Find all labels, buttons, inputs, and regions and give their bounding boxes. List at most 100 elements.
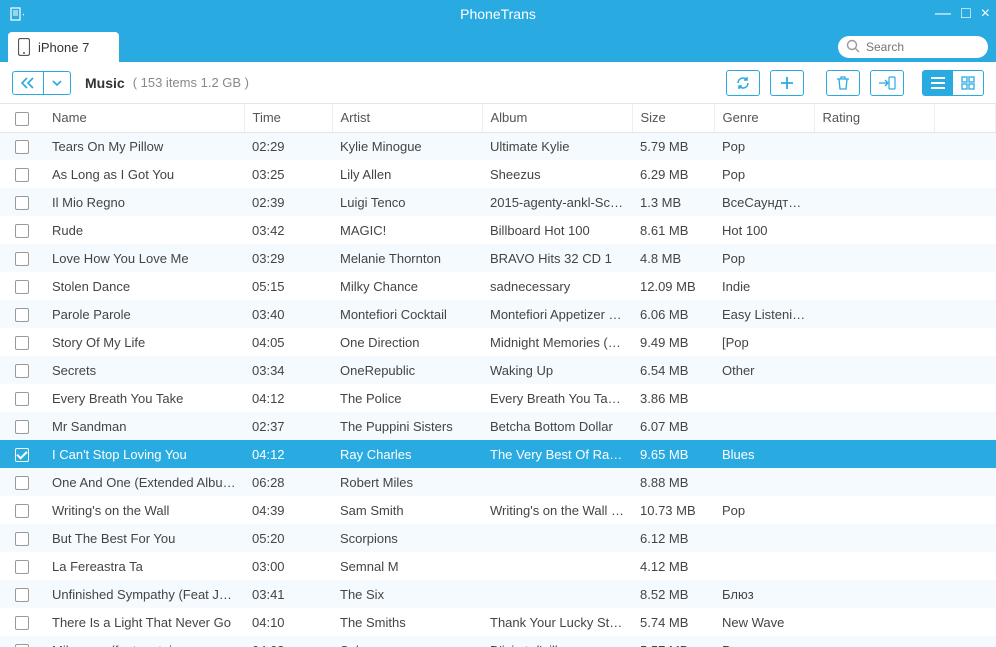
table-row[interactable]: Mr Sandman02:37The Puppini SistersBetcha… xyxy=(0,412,996,440)
cell-name: Love How You Love Me xyxy=(44,244,244,272)
row-checkbox-cell[interactable] xyxy=(0,328,44,356)
column-header-checkbox[interactable] xyxy=(0,104,44,132)
table-row[interactable]: Mil pasos (feat. antoine essertier)04:03… xyxy=(0,636,996,647)
row-checkbox[interactable] xyxy=(15,560,29,574)
row-checkbox[interactable] xyxy=(15,364,29,378)
table-row[interactable]: Tears On My Pillow02:29Kylie MinogueUlti… xyxy=(0,132,996,160)
row-checkbox-cell[interactable] xyxy=(0,412,44,440)
cell-album: Waking Up xyxy=(482,356,632,384)
cell-album: D'ici et d'ailleurs xyxy=(482,636,632,647)
minimize-button[interactable]: — xyxy=(935,6,951,22)
table-row[interactable]: Rude03:42MAGIC!Billboard Hot 1008.61 MBH… xyxy=(0,216,996,244)
table-row[interactable]: As Long as I Got You03:25Lily AllenSheez… xyxy=(0,160,996,188)
row-checkbox-cell[interactable] xyxy=(0,216,44,244)
row-checkbox[interactable] xyxy=(15,280,29,294)
refresh-button[interactable] xyxy=(726,70,760,96)
table-row[interactable]: La Fereastra Ta03:00Semnal M4.12 MB xyxy=(0,552,996,580)
cell-genre: [Pop xyxy=(714,328,814,356)
row-checkbox[interactable] xyxy=(15,476,29,490)
cell-album: BRAVO Hits 32 CD 1 xyxy=(482,244,632,272)
column-header-album[interactable]: Album xyxy=(482,104,632,132)
row-checkbox[interactable] xyxy=(15,336,29,350)
cell-album: Montefiori Appetizer v... xyxy=(482,300,632,328)
device-tab[interactable]: iPhone 7 xyxy=(8,32,119,62)
cell-artist: Luigi Tenco xyxy=(332,188,482,216)
column-header-size[interactable]: Size xyxy=(632,104,714,132)
column-header-artist[interactable]: Artist xyxy=(332,104,482,132)
app-menu-button[interactable] xyxy=(4,3,30,25)
row-checkbox-cell[interactable] xyxy=(0,384,44,412)
cell-size: 6.29 MB xyxy=(632,160,714,188)
row-checkbox-cell[interactable] xyxy=(0,300,44,328)
row-checkbox-cell[interactable] xyxy=(0,188,44,216)
nav-back-button[interactable] xyxy=(13,72,43,94)
section-count: ( 153 items 1.2 GB ) xyxy=(133,75,249,90)
table-row[interactable]: Writing's on the Wall04:39Sam SmithWriti… xyxy=(0,496,996,524)
column-header-rating[interactable]: Rating xyxy=(814,104,934,132)
row-checkbox-cell[interactable] xyxy=(0,440,44,468)
row-checkbox[interactable] xyxy=(15,588,29,602)
grid-view-icon xyxy=(961,76,975,90)
row-checkbox-cell[interactable] xyxy=(0,132,44,160)
row-checkbox-cell[interactable] xyxy=(0,356,44,384)
table-row[interactable]: I Can't Stop Loving You04:12Ray CharlesT… xyxy=(0,440,996,468)
row-checkbox-cell[interactable] xyxy=(0,580,44,608)
column-header-genre[interactable]: Genre xyxy=(714,104,814,132)
search-input[interactable] xyxy=(838,36,988,58)
table-row[interactable]: Unfinished Sympathy (Feat Jasm...03:41Th… xyxy=(0,580,996,608)
table-row[interactable]: Secrets03:34OneRepublicWaking Up6.54 MBO… xyxy=(0,356,996,384)
cell-genre: Easy Listening xyxy=(714,300,814,328)
cell-genre: Blues xyxy=(714,440,814,468)
cell-genre: Pop xyxy=(714,496,814,524)
cell-name: One And One (Extended Album V xyxy=(44,468,244,496)
nav-dropdown-button[interactable] xyxy=(43,72,70,94)
row-checkbox-cell[interactable] xyxy=(0,636,44,647)
table-row[interactable]: But The Best For You05:20Scorpions6.12 M… xyxy=(0,524,996,552)
cell-name: I Can't Stop Loving You xyxy=(44,440,244,468)
table-row[interactable]: Stolen Dance05:15Milky Chancesadnecessar… xyxy=(0,272,996,300)
row-checkbox-cell[interactable] xyxy=(0,272,44,300)
table-row[interactable]: One And One (Extended Album V06:28Robert… xyxy=(0,468,996,496)
delete-button[interactable] xyxy=(826,70,860,96)
row-checkbox[interactable] xyxy=(15,420,29,434)
row-checkbox-cell[interactable] xyxy=(0,524,44,552)
table-row[interactable]: Every Breath You Take04:12The PoliceEver… xyxy=(0,384,996,412)
row-checkbox-cell[interactable] xyxy=(0,244,44,272)
view-grid-button[interactable] xyxy=(953,71,983,95)
row-checkbox[interactable] xyxy=(15,140,29,154)
table-row[interactable]: There Is a Light That Never Go04:10The S… xyxy=(0,608,996,636)
transfer-to-device-icon xyxy=(878,76,896,90)
table-row[interactable]: Parole Parole03:40Montefiori CocktailMon… xyxy=(0,300,996,328)
table-row[interactable]: Story Of My Life04:05One DirectionMidnig… xyxy=(0,328,996,356)
column-header-time[interactable]: Time xyxy=(244,104,332,132)
add-button[interactable] xyxy=(770,70,804,96)
transfer-button[interactable] xyxy=(870,70,904,96)
view-list-button[interactable] xyxy=(923,71,953,95)
row-checkbox[interactable] xyxy=(15,532,29,546)
column-header-name[interactable]: Name xyxy=(44,104,244,132)
row-checkbox[interactable] xyxy=(15,392,29,406)
select-all-checkbox[interactable] xyxy=(15,112,29,126)
maximize-button[interactable]: □ xyxy=(961,6,971,22)
row-checkbox-cell[interactable] xyxy=(0,608,44,636)
row-checkbox[interactable] xyxy=(15,504,29,518)
row-checkbox[interactable] xyxy=(15,224,29,238)
cell-album: Midnight Memories (T... xyxy=(482,328,632,356)
row-checkbox[interactable] xyxy=(15,448,29,462)
row-checkbox-cell[interactable] xyxy=(0,468,44,496)
close-button[interactable]: × xyxy=(981,6,990,22)
table-row[interactable]: Love How You Love Me03:29Melanie Thornto… xyxy=(0,244,996,272)
row-checkbox-cell[interactable] xyxy=(0,552,44,580)
cell-artist: The Puppini Sisters xyxy=(332,412,482,440)
table-row[interactable]: Il Mio Regno02:39Luigi Tenco2015-agenty-… xyxy=(0,188,996,216)
row-checkbox[interactable] xyxy=(15,616,29,630)
row-checkbox[interactable] xyxy=(15,252,29,266)
cell-album: The Very Best Of Ray C... xyxy=(482,440,632,468)
cell-album: Billboard Hot 100 xyxy=(482,216,632,244)
row-checkbox[interactable] xyxy=(15,168,29,182)
track-table-wrapper[interactable]: Name Time Artist Album Size Genre Rating… xyxy=(0,104,996,647)
row-checkbox-cell[interactable] xyxy=(0,160,44,188)
row-checkbox-cell[interactable] xyxy=(0,496,44,524)
row-checkbox[interactable] xyxy=(15,196,29,210)
row-checkbox[interactable] xyxy=(15,308,29,322)
